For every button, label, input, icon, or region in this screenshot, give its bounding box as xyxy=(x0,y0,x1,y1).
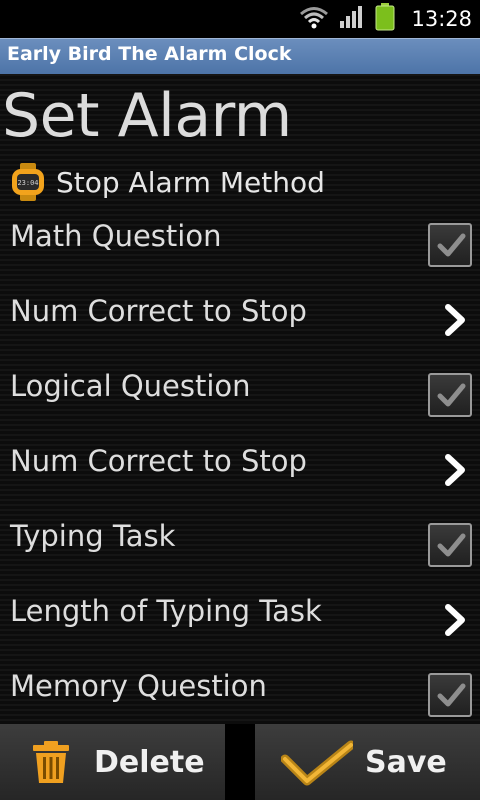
battery-icon xyxy=(375,3,395,35)
bottom-action-bar: Delete Save xyxy=(0,724,480,800)
svg-text:23:04: 23:04 xyxy=(17,179,38,187)
status-time: 13:28 xyxy=(411,7,472,31)
logical-question-checkbox[interactable] xyxy=(428,373,472,417)
memory-question-checkbox[interactable] xyxy=(428,673,472,717)
trash-icon xyxy=(30,740,72,784)
save-button[interactable]: Save xyxy=(255,724,480,800)
setting-label: Num Correct to Stop xyxy=(10,444,307,478)
save-button-label: Save xyxy=(365,744,447,780)
setting-row-typing-task[interactable]: Typing Task xyxy=(0,511,480,586)
setting-label: Length of Typing Task xyxy=(10,594,322,628)
delete-button[interactable]: Delete xyxy=(0,724,225,800)
setting-row-num-correct-logical[interactable]: Num Correct to Stop xyxy=(0,436,480,511)
chevron-right-icon xyxy=(442,602,468,638)
settings-content[interactable]: Set Alarm 23:04 Stop Alarm Method Math Q… xyxy=(0,74,480,724)
chevron-right-icon xyxy=(442,302,468,338)
setting-label: Num Correct to Stop xyxy=(10,294,307,328)
math-question-checkbox[interactable] xyxy=(428,223,472,267)
chevron-right-icon xyxy=(442,452,468,488)
setting-label: Typing Task xyxy=(10,519,176,553)
status-bar: 13:28 xyxy=(0,0,480,38)
typing-task-checkbox[interactable] xyxy=(428,523,472,567)
delete-button-label: Delete xyxy=(94,744,205,780)
setting-label: Memory Question xyxy=(10,669,267,703)
setting-label: Math Question xyxy=(10,219,222,253)
setting-row-typing-length[interactable]: Length of Typing Task xyxy=(0,586,480,661)
setting-label: Logical Question xyxy=(10,369,251,403)
app-title: Early Bird The Alarm Clock xyxy=(7,43,292,65)
page-title: Set Alarm xyxy=(2,81,292,151)
section-label: Stop Alarm Method xyxy=(56,165,325,199)
setting-row-num-correct-math[interactable]: Num Correct to Stop xyxy=(0,286,480,361)
signal-icon xyxy=(339,5,365,33)
checkmark-icon xyxy=(280,737,356,787)
section-header: 23:04 Stop Alarm Method xyxy=(10,162,325,202)
wifi-icon xyxy=(299,5,329,33)
setting-row-logical-question[interactable]: Logical Question xyxy=(0,361,480,436)
watch-icon: 23:04 xyxy=(10,162,46,202)
status-icons: 13:28 xyxy=(299,3,472,35)
setting-row-math-question[interactable]: Math Question xyxy=(0,211,480,286)
app-title-bar: Early Bird The Alarm Clock xyxy=(0,38,480,74)
